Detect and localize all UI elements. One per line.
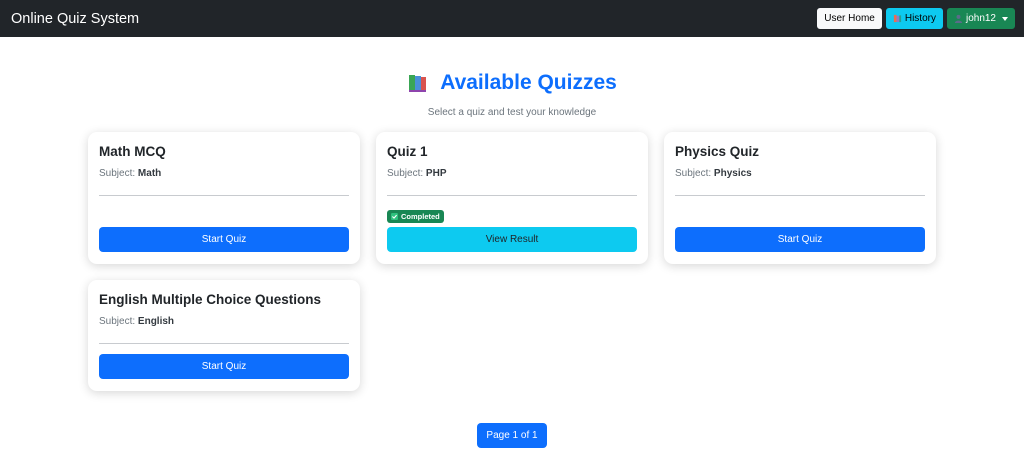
quiz-card: Math MCQ Subject: Math Start Quiz	[88, 132, 360, 264]
quiz-card: Quiz 1 Subject: PHP Completed View Resul…	[376, 132, 648, 264]
quiz-card: Physics Quiz Subject: Physics Start Quiz	[664, 132, 936, 264]
quiz-subject-value: Math	[137, 168, 162, 179]
brand[interactable]: Online Quiz System	[11, 11, 139, 27]
page-title-text: Available Quizzes	[440, 71, 617, 94]
quiz-title: Physics Quiz	[675, 144, 760, 159]
navbar: Online Quiz System User Home History joh…	[0, 0, 1024, 37]
divider	[99, 343, 349, 344]
status-badge-label: Completed	[401, 212, 440, 221]
check-icon	[391, 213, 398, 220]
nav-actions: User Home History john12	[817, 8, 1015, 29]
quiz-subject: Subject: English	[99, 316, 175, 327]
quiz-subject-value: Physics	[713, 168, 752, 179]
page-title: Available Quizzes	[407, 71, 617, 95]
view-result-button[interactable]: View Result	[387, 227, 637, 252]
quiz-title: Quiz 1	[387, 144, 428, 159]
status-badge: Completed	[387, 210, 444, 223]
user-home-button[interactable]: User Home	[817, 8, 882, 29]
pagination-current-page[interactable]: Page 1 of 1	[477, 423, 547, 448]
user-home-label: User Home	[824, 13, 875, 24]
history-label: History	[904, 13, 936, 24]
quiz-subject-value: PHP	[425, 168, 447, 179]
books-icon	[409, 75, 427, 92]
start-quiz-button[interactable]: Start Quiz	[99, 227, 349, 252]
quiz-subject-value: English	[137, 316, 175, 327]
quiz-subject: Subject: Math	[99, 168, 162, 179]
history-button[interactable]: History	[885, 8, 943, 29]
chevron-down-icon	[1002, 16, 1008, 21]
quiz-title: Math MCQ	[99, 144, 166, 159]
quiz-card: English Multiple Choice Questions Subjec…	[88, 280, 360, 391]
start-quiz-button[interactable]: Start Quiz	[99, 354, 349, 379]
divider	[99, 195, 349, 196]
start-quiz-button[interactable]: Start Quiz	[675, 227, 925, 252]
page-subtitle: Select a quiz and test your knowledge	[427, 107, 597, 118]
user-dropdown-button[interactable]: john12	[946, 8, 1015, 29]
user-label: john12	[965, 13, 996, 24]
user-icon	[954, 14, 963, 23]
quiz-subject: Subject: Physics	[675, 168, 752, 179]
divider	[675, 195, 925, 196]
quiz-subject: Subject: PHP	[387, 168, 447, 179]
divider	[387, 195, 637, 196]
quiz-title: English Multiple Choice Questions	[99, 292, 322, 307]
page-header: Available Quizzes Select a quiz and test…	[0, 71, 1024, 118]
books-icon	[893, 14, 901, 23]
